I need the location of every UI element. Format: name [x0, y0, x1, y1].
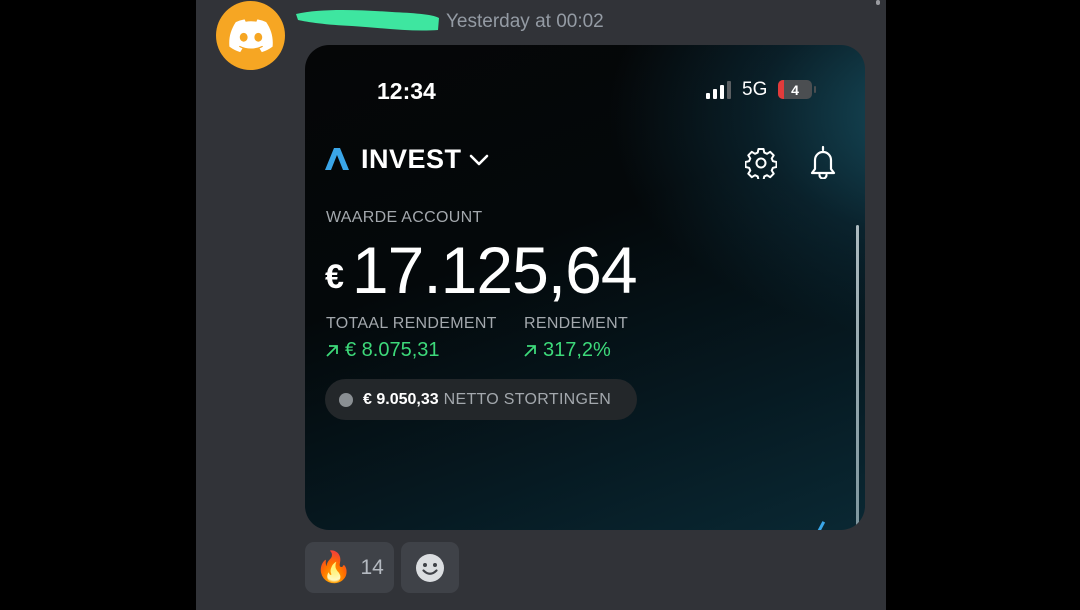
return-percentage: 317,2% — [523, 339, 611, 362]
battery-level: 4 — [791, 81, 799, 98]
gear-icon[interactable] — [745, 147, 777, 179]
app-logo-icon — [325, 148, 349, 170]
network-type: 5G — [742, 79, 768, 100]
add-reaction-smiley-icon — [416, 553, 444, 582]
reaction-count: 14 — [360, 555, 384, 579]
message-timestamp: Yesterday at 00:02 — [446, 11, 604, 32]
reaction-fire[interactable]: 🔥 14 — [305, 542, 394, 593]
status-dot-icon — [339, 392, 353, 407]
scrollbar-thumb[interactable] — [876, 0, 880, 5]
bell-icon[interactable] — [807, 145, 839, 179]
arrow-up-right-icon — [524, 344, 536, 357]
status-bar-time: 12:34 — [377, 78, 436, 104]
total-return-label: TOTAAL RENDEMENT — [326, 315, 497, 332]
avatar[interactable] — [216, 1, 285, 70]
username-redaction — [296, 10, 439, 31]
cellular-signal-icon — [706, 81, 731, 99]
total-return-value: € 8.075,31 — [345, 339, 440, 361]
return-value: 317,2% — [543, 339, 611, 361]
chart-line-fragment — [815, 521, 826, 530]
account-value-amount: 17.125,64 — [351, 233, 638, 307]
screenshot-attachment[interactable]: 12:34 5G 4 INVEST WAARDE ACCOUNT € 17.12… — [305, 45, 865, 530]
net-deposits-pill[interactable]: € 9.050,33 NETTO STORTINGEN — [325, 379, 637, 420]
app-title[interactable]: INVEST — [361, 144, 462, 175]
net-deposits-amount: € 9.050,33 — [363, 390, 439, 408]
account-value: € 17.125,64 — [325, 233, 638, 307]
chevron-down-icon[interactable] — [468, 149, 490, 171]
currency-symbol: € — [325, 258, 344, 296]
fire-emoji-icon: 🔥 — [315, 551, 353, 584]
arrow-up-right-icon — [326, 344, 338, 357]
account-value-label: WAARDE ACCOUNT — [326, 209, 483, 226]
battery-icon: 4 — [778, 80, 816, 99]
add-reaction-button[interactable] — [401, 542, 459, 593]
return-label: RENDEMENT — [524, 315, 629, 332]
discord-logo-icon — [228, 18, 273, 52]
net-deposits-label: NETTO STORTINGEN — [443, 390, 612, 408]
scroll-indicator — [856, 225, 859, 530]
total-return: € 8.075,31 — [325, 339, 440, 362]
